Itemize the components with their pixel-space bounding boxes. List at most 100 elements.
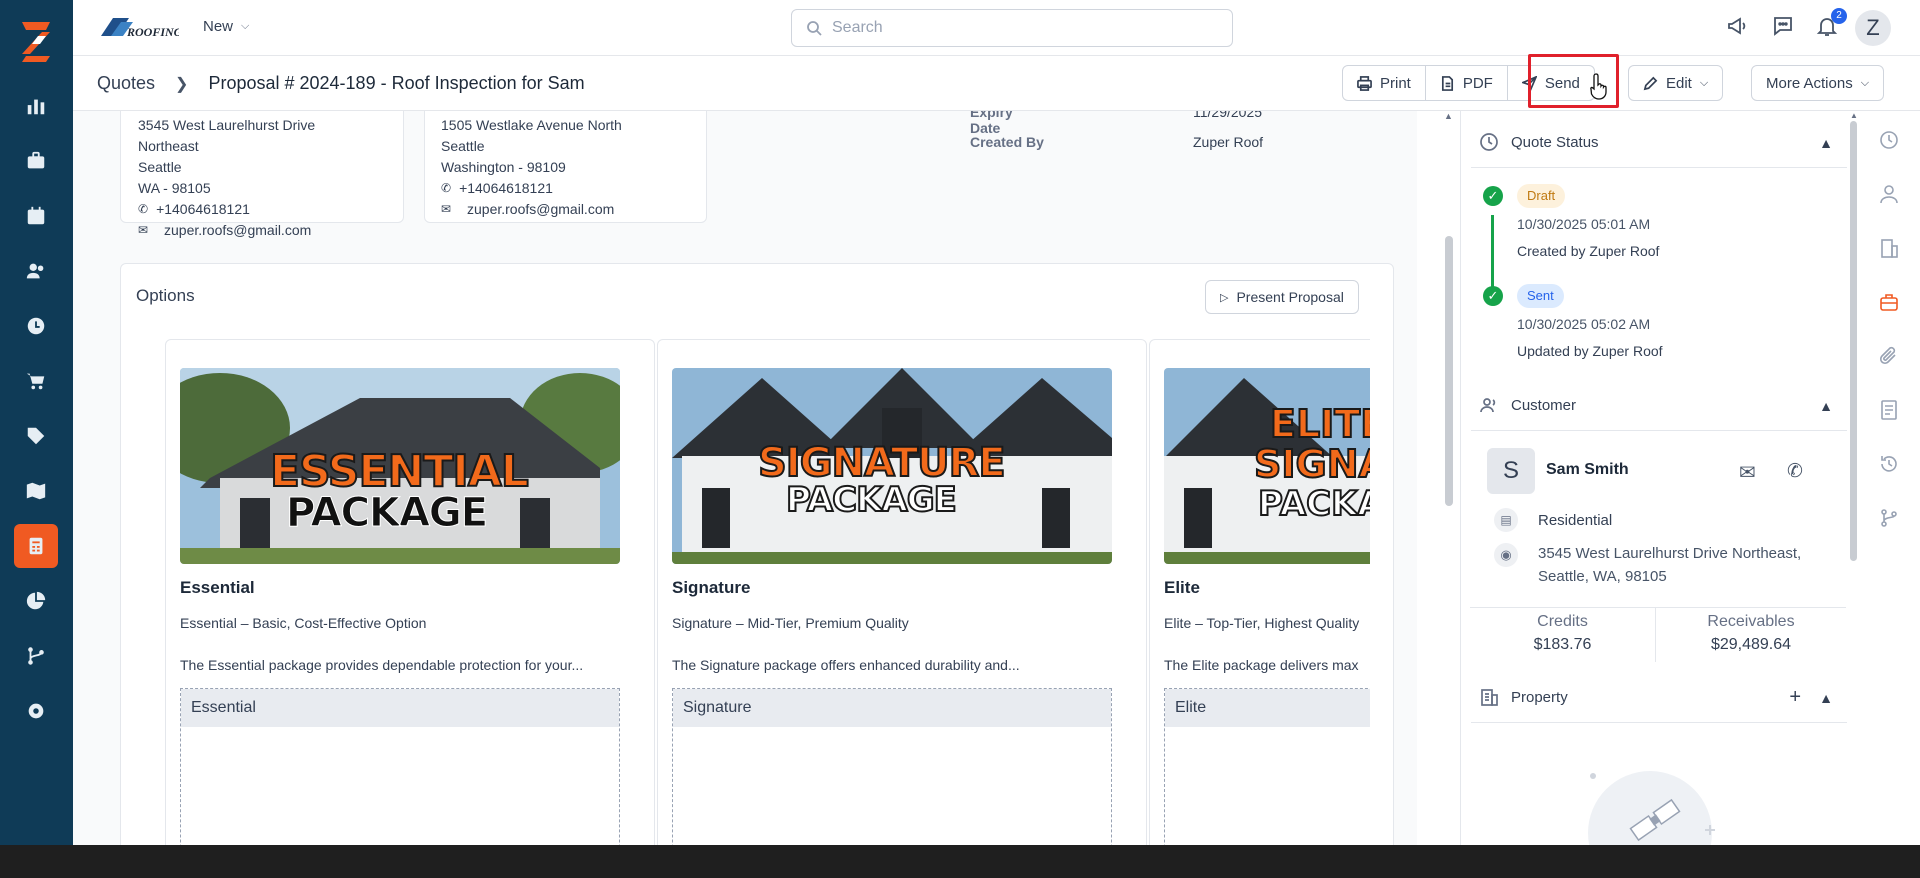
package-subtitle: Essential – Basic, Cost-Effective Option — [180, 615, 427, 631]
os-taskbar — [0, 845, 1920, 878]
quote-status-section-header[interactable]: Quote Status ▲ — [1471, 118, 1847, 168]
chat-icon[interactable] — [1771, 14, 1797, 40]
briefcase-icon[interactable] — [1878, 291, 1904, 317]
location-pin-icon: ◉ — [1494, 543, 1518, 567]
nav-jobs-icon[interactable] — [14, 139, 58, 183]
package-card-signature[interactable]: SIGNATURE PACKAGE Signature Signature – … — [657, 339, 1147, 845]
nav-customers-icon[interactable] — [14, 249, 58, 293]
phone-row: ✆ +14064618121 — [138, 199, 315, 220]
email-value[interactable]: zuper.roofs@gmail.com — [164, 220, 311, 241]
nav-timesheet-icon[interactable] — [14, 304, 58, 348]
main-scrollbar[interactable]: ▲ — [1444, 111, 1454, 845]
chevron-up-icon[interactable]: ▲ — [1819, 690, 1833, 706]
pdf-button[interactable]: PDF — [1426, 66, 1508, 100]
created-by-label: Created By — [970, 134, 1044, 150]
email-customer-icon[interactable]: ✉ — [1739, 460, 1756, 485]
nav-calendar-icon[interactable] — [14, 194, 58, 238]
customer-type-icon: ▤ — [1494, 508, 1518, 532]
status-badge-sent: Sent — [1517, 284, 1564, 308]
chevron-up-icon[interactable]: ▲ — [1819, 398, 1833, 414]
scroll-up-arrow-icon[interactable]: ▲ — [1444, 111, 1453, 121]
status-by: Updated by Zuper Roof — [1517, 343, 1663, 359]
present-proposal-button[interactable]: ▷ Present Proposal — [1205, 280, 1359, 314]
address-line: Seattle — [138, 159, 182, 175]
breadcrumb: Quotes ❯ Proposal # 2024-189 - Roof Insp… — [97, 73, 585, 94]
status-badge-draft: Draft — [1517, 184, 1566, 208]
notes-icon[interactable] — [1878, 399, 1904, 425]
nav-reports-icon[interactable] — [14, 579, 58, 623]
present-proposal-label: Present Proposal — [1236, 289, 1344, 305]
email-value[interactable]: zuper.roofs@gmail.com — [467, 199, 614, 220]
send-label: Send — [1544, 74, 1580, 92]
property-section-header[interactable]: Property + ▲ — [1471, 673, 1847, 723]
new-menu-button[interactable]: New ⌵ — [203, 18, 249, 35]
address-line: Washington - 98109 — [441, 159, 566, 175]
address-line: WA - 98105 — [138, 180, 211, 196]
nav-map-icon[interactable] — [14, 469, 58, 513]
roofing-brand-logo[interactable]: ROOFING — [99, 14, 179, 40]
nav-workflow-icon[interactable] — [14, 634, 58, 678]
phone-value[interactable]: +14064618121 — [459, 178, 553, 199]
send-button[interactable]: Send — [1508, 66, 1594, 100]
building-icon[interactable] — [1878, 237, 1904, 263]
document-icon — [1441, 75, 1453, 91]
edit-button[interactable]: Edit ⌵ — [1629, 66, 1722, 100]
chevron-up-icon[interactable]: ▲ — [1819, 135, 1833, 151]
scrollbar-thumb[interactable] — [1850, 121, 1857, 561]
table-header: Essential — [181, 689, 619, 727]
paperclip-icon[interactable] — [1878, 345, 1904, 371]
nav-quotes-icon[interactable] — [14, 524, 58, 568]
chevron-down-icon: ⌵ — [1860, 76, 1870, 89]
user-avatar[interactable]: Z — [1855, 10, 1891, 46]
more-actions-button[interactable]: More Actions ⌵ — [1751, 65, 1885, 101]
table-header: Elite — [1165, 689, 1370, 727]
address-line: Seattle — [441, 138, 485, 154]
package-description: The Essential package provides dependabl… — [180, 657, 584, 673]
nav-settings-icon[interactable] — [14, 689, 58, 733]
side-panel-scrollbar[interactable]: ▲ — [1850, 111, 1858, 845]
credits-value: $183.76 — [1533, 636, 1592, 653]
customer-section-header[interactable]: Customer ▲ — [1471, 381, 1847, 431]
breadcrumb-quotes-link[interactable]: Quotes — [97, 73, 155, 94]
search-placeholder: Search — [832, 19, 883, 36]
activity-clock-icon[interactable] — [1878, 129, 1904, 155]
pdf-label: PDF — [1462, 74, 1493, 92]
essential-banner-line2: PACKAGE — [285, 490, 488, 537]
scrollbar-thumb[interactable] — [1445, 236, 1453, 506]
address-line: 3545 West Laurelhurst Drive — [138, 117, 316, 133]
more-actions-inner[interactable]: More Actions ⌵ — [1752, 66, 1883, 100]
package-card-essential[interactable]: ESSENTIAL PACKAGE Essential Essential – … — [165, 339, 655, 845]
scroll-up-arrow-icon[interactable]: ▲ — [1850, 111, 1858, 120]
package-subtitle: Signature – Mid-Tier, Premium Quality — [672, 615, 909, 631]
global-search-input[interactable]: Search — [791, 9, 1233, 47]
status-time: 10/30/2025 05:02 AM — [1517, 316, 1651, 332]
edit-label: Edit — [1666, 74, 1692, 92]
phone-value[interactable]: +14064618121 — [156, 199, 250, 220]
call-customer-icon[interactable]: ✆ — [1787, 460, 1803, 483]
credits-box: Credits $183.76 — [1470, 610, 1655, 656]
mail-icon: ✉ — [138, 223, 149, 237]
zuper-logo-icon[interactable] — [16, 20, 56, 62]
customer-name[interactable]: Sam Smith — [1546, 461, 1629, 479]
history-icon[interactable] — [1878, 453, 1904, 479]
add-property-plus-icon[interactable]: + — [1789, 686, 1801, 709]
announcements-icon[interactable] — [1726, 14, 1752, 40]
package-subtitle: Elite – Top-Tier, Highest Quality — [1164, 615, 1360, 631]
package-description: The Elite package delivers max — [1164, 657, 1359, 673]
workflow-icon[interactable] — [1878, 507, 1904, 533]
check-circle-icon: ✓ — [1483, 186, 1503, 206]
print-button[interactable]: Print — [1343, 66, 1426, 100]
nav-pricing-icon[interactable] — [14, 414, 58, 458]
billing-address-card: 3545 West Laurelhurst Drive Northeast Se… — [120, 111, 404, 238]
nav-dashboard-icon[interactable] — [14, 84, 58, 128]
play-icon: ▷ — [1220, 291, 1229, 304]
quote-status-title: Quote Status — [1511, 134, 1599, 151]
customer-type: Residential — [1538, 512, 1613, 529]
people-icon[interactable] — [1878, 183, 1904, 209]
nav-store-icon[interactable] — [14, 359, 58, 403]
status-time: 10/30/2025 05:01 AM — [1517, 216, 1651, 232]
package-card-elite[interactable]: ELITE SIGNATURE PACKAGE Elite Elite – To… — [1149, 339, 1370, 845]
edit-dropdown-button[interactable]: Edit ⌵ — [1628, 65, 1724, 101]
money-divider-top — [1470, 607, 1846, 608]
receivables-value: $29,489.64 — [1710, 636, 1792, 653]
